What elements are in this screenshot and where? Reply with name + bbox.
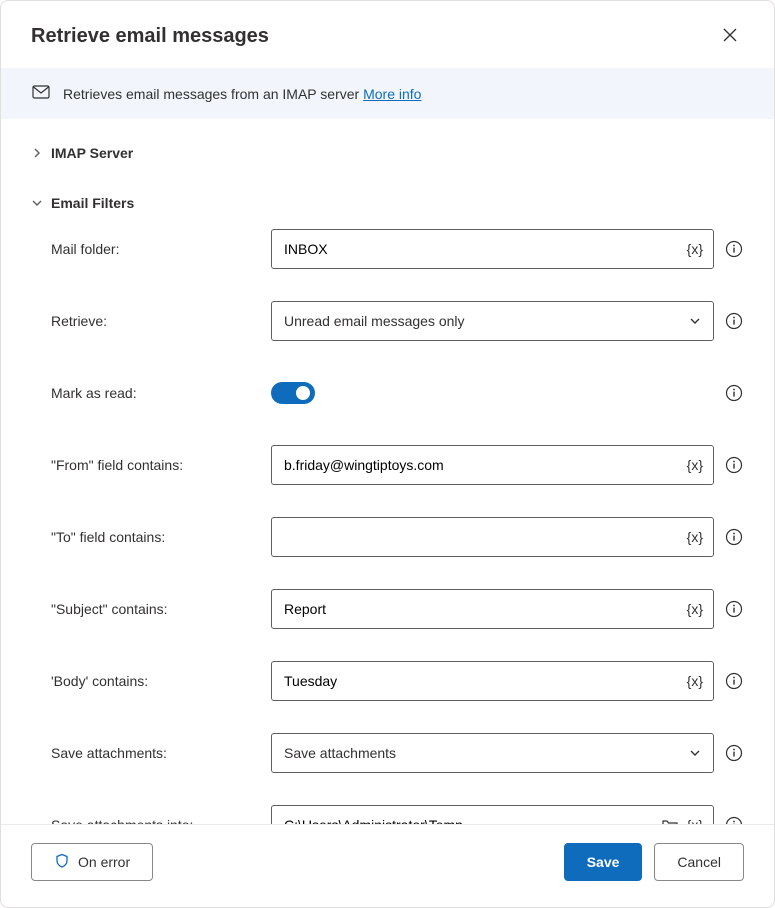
save-attachments-into-field[interactable]: {x} bbox=[271, 805, 714, 824]
variable-token-button[interactable]: {x} bbox=[683, 601, 713, 617]
info-icon[interactable] bbox=[724, 239, 744, 259]
label-subject-contains: "Subject" contains: bbox=[51, 601, 271, 617]
more-info-link[interactable]: More info bbox=[363, 86, 421, 102]
toggle-knob bbox=[296, 386, 310, 400]
row-to-contains: "To" field contains: {x} bbox=[51, 517, 744, 557]
row-save-attachments-into: Save attachments into: {x} bbox=[51, 805, 744, 824]
row-retrieve: Retrieve: Unread email messages only bbox=[51, 301, 744, 341]
variable-token-button[interactable]: {x} bbox=[683, 241, 713, 257]
row-mark-as-read: Mark as read: bbox=[51, 373, 744, 413]
section-imap-server[interactable]: IMAP Server bbox=[31, 137, 744, 169]
label-from-contains: "From" field contains: bbox=[51, 457, 271, 473]
body-contains-input[interactable] bbox=[272, 662, 683, 700]
save-attachments-dropdown[interactable]: Save attachments bbox=[271, 733, 714, 773]
close-icon bbox=[722, 27, 738, 46]
section-label: Email Filters bbox=[51, 195, 134, 211]
mark-as-read-toggle[interactable] bbox=[271, 382, 315, 404]
info-icon[interactable] bbox=[724, 311, 744, 331]
chevron-down-icon bbox=[31, 198, 43, 208]
section-email-filters[interactable]: Email Filters bbox=[31, 187, 744, 219]
cancel-button[interactable]: Cancel bbox=[654, 843, 744, 881]
close-button[interactable] bbox=[716, 21, 744, 52]
from-contains-input[interactable] bbox=[272, 446, 683, 484]
chevron-right-icon bbox=[31, 148, 43, 158]
row-mail-folder: Mail folder: {x} bbox=[51, 229, 744, 269]
dialog-header: Retrieve email messages bbox=[1, 1, 774, 68]
subject-contains-input[interactable] bbox=[272, 590, 683, 628]
to-contains-input[interactable] bbox=[272, 518, 683, 556]
variable-token-button[interactable]: {x} bbox=[683, 529, 713, 545]
body-contains-field[interactable]: {x} bbox=[271, 661, 714, 701]
info-icon[interactable] bbox=[724, 671, 744, 691]
shield-icon bbox=[54, 853, 70, 872]
email-filters-content: Mail folder: {x} Retrieve: Unread email … bbox=[31, 219, 744, 824]
save-attachments-into-input[interactable] bbox=[272, 806, 653, 824]
banner-text: Retrieves email messages from an IMAP se… bbox=[63, 86, 421, 102]
info-banner: Retrieves email messages from an IMAP se… bbox=[1, 68, 774, 119]
retrieve-value: Unread email messages only bbox=[272, 302, 677, 340]
on-error-button[interactable]: On error bbox=[31, 843, 153, 881]
label-retrieve: Retrieve: bbox=[51, 313, 271, 329]
variable-token-button[interactable]: {x} bbox=[683, 817, 713, 824]
save-button[interactable]: Save bbox=[564, 843, 643, 881]
label-save-attachments: Save attachments: bbox=[51, 745, 271, 761]
mail-icon bbox=[31, 82, 51, 105]
info-icon[interactable] bbox=[724, 527, 744, 547]
label-body-contains: 'Body' contains: bbox=[51, 673, 271, 689]
info-icon[interactable] bbox=[724, 599, 744, 619]
info-icon[interactable] bbox=[724, 455, 744, 475]
chevron-down-icon bbox=[677, 315, 713, 327]
label-save-attachments-into: Save attachments into: bbox=[51, 817, 271, 824]
row-body-contains: 'Body' contains: {x} bbox=[51, 661, 744, 701]
row-subject-contains: "Subject" contains: {x} bbox=[51, 589, 744, 629]
label-mail-folder: Mail folder: bbox=[51, 241, 271, 257]
mail-folder-input[interactable] bbox=[272, 230, 683, 268]
folder-browse-button[interactable] bbox=[653, 816, 683, 824]
row-save-attachments: Save attachments: Save attachments bbox=[51, 733, 744, 773]
variable-token-button[interactable]: {x} bbox=[683, 673, 713, 689]
dialog-body: IMAP Server Email Filters Mail folder: {… bbox=[1, 119, 774, 824]
section-label: IMAP Server bbox=[51, 145, 133, 161]
label-to-contains: "To" field contains: bbox=[51, 529, 271, 545]
label-mark-as-read: Mark as read: bbox=[51, 385, 271, 401]
dialog-retrieve-email-messages: Retrieve email messages Retrieves email … bbox=[0, 0, 775, 908]
subject-contains-field[interactable]: {x} bbox=[271, 589, 714, 629]
save-attachments-value: Save attachments bbox=[272, 734, 677, 772]
from-contains-field[interactable]: {x} bbox=[271, 445, 714, 485]
info-icon[interactable] bbox=[724, 815, 744, 824]
retrieve-dropdown[interactable]: Unread email messages only bbox=[271, 301, 714, 341]
variable-token-button[interactable]: {x} bbox=[683, 457, 713, 473]
dialog-footer: On error Save Cancel bbox=[1, 824, 774, 907]
to-contains-field[interactable]: {x} bbox=[271, 517, 714, 557]
chevron-down-icon bbox=[677, 747, 713, 759]
mail-folder-field[interactable]: {x} bbox=[271, 229, 714, 269]
info-icon[interactable] bbox=[724, 383, 744, 403]
row-from-contains: "From" field contains: {x} bbox=[51, 445, 744, 485]
dialog-title: Retrieve email messages bbox=[31, 25, 269, 48]
info-icon[interactable] bbox=[724, 743, 744, 763]
